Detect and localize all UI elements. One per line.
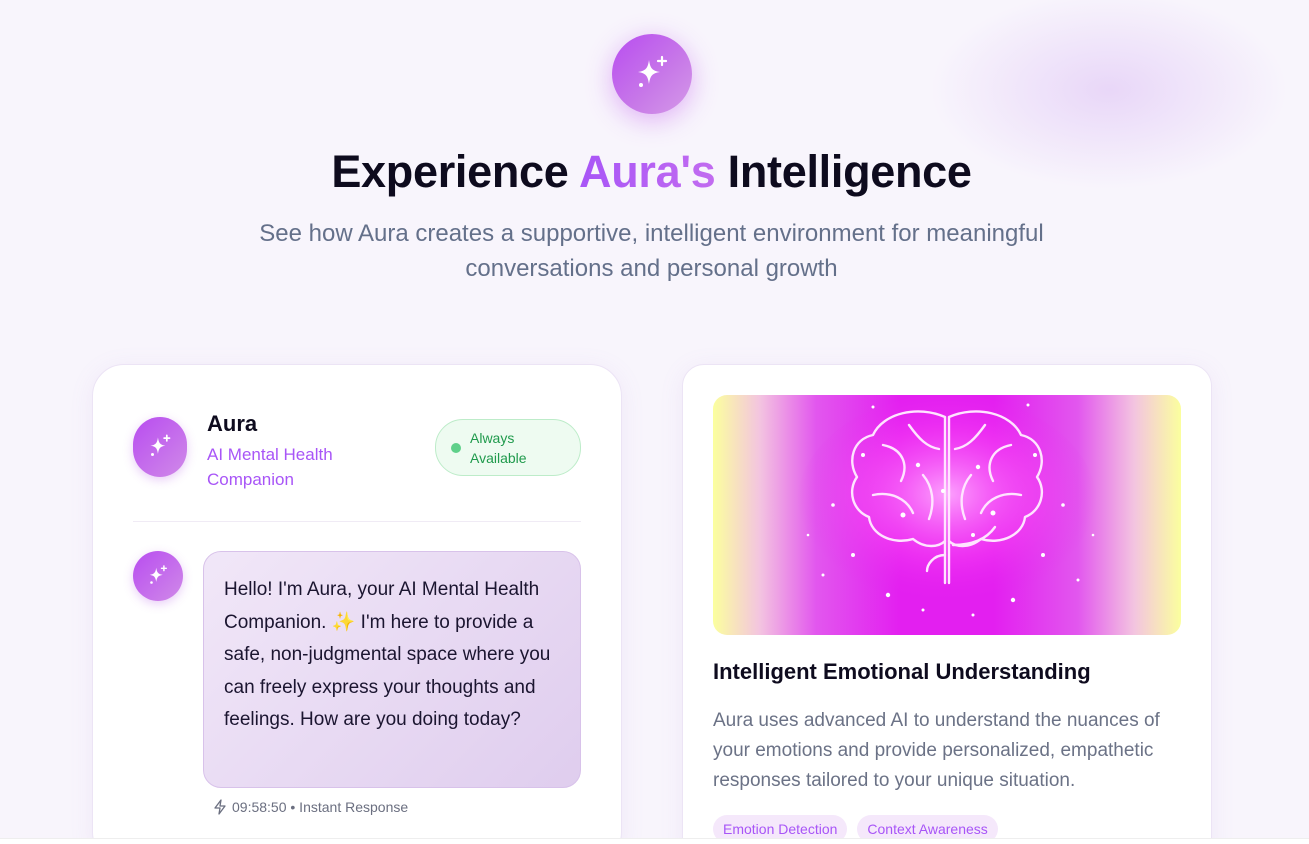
- divider: [133, 521, 581, 522]
- status-badge: Always Available: [435, 419, 581, 476]
- glowing-brain-image: [713, 395, 1181, 635]
- title-part-1: Experience: [331, 146, 580, 197]
- page-title: Experience Aura's Intelligence: [0, 146, 1303, 198]
- companion-role: AI Mental Health Companion: [207, 445, 333, 489]
- message-bubble: Hello! I'm Aura, your AI Mental Health C…: [203, 551, 581, 788]
- chat-preview-card: Aura AI Mental Health Companion Always A…: [92, 364, 622, 844]
- companion-name: Aura: [207, 411, 258, 436]
- message-timestamp: 09:58:50 • Instant Response: [232, 799, 409, 815]
- hero-sparkles-icon: [612, 34, 692, 114]
- status-text: Always Available: [470, 429, 527, 466]
- page-subtitle: See how Aura creates a supportive, intel…: [259, 220, 1044, 282]
- aura-avatar: [133, 417, 187, 477]
- status-dot-icon: [451, 442, 461, 453]
- lightning-icon: [214, 799, 226, 815]
- feature-title: Intelligent Emotional Understanding: [713, 659, 1091, 684]
- feature-description: Aura uses advanced AI to understand the …: [713, 710, 1160, 791]
- page-bottom-edge: [0, 838, 1309, 844]
- message-meta: 09:58:50 • Instant Response: [213, 799, 408, 815]
- title-accent: Aura's: [579, 146, 716, 197]
- message-avatar: [133, 551, 183, 601]
- feature-card: Intelligent Emotional Understanding Aura…: [682, 364, 1212, 844]
- title-part-2: Intelligence: [715, 146, 972, 197]
